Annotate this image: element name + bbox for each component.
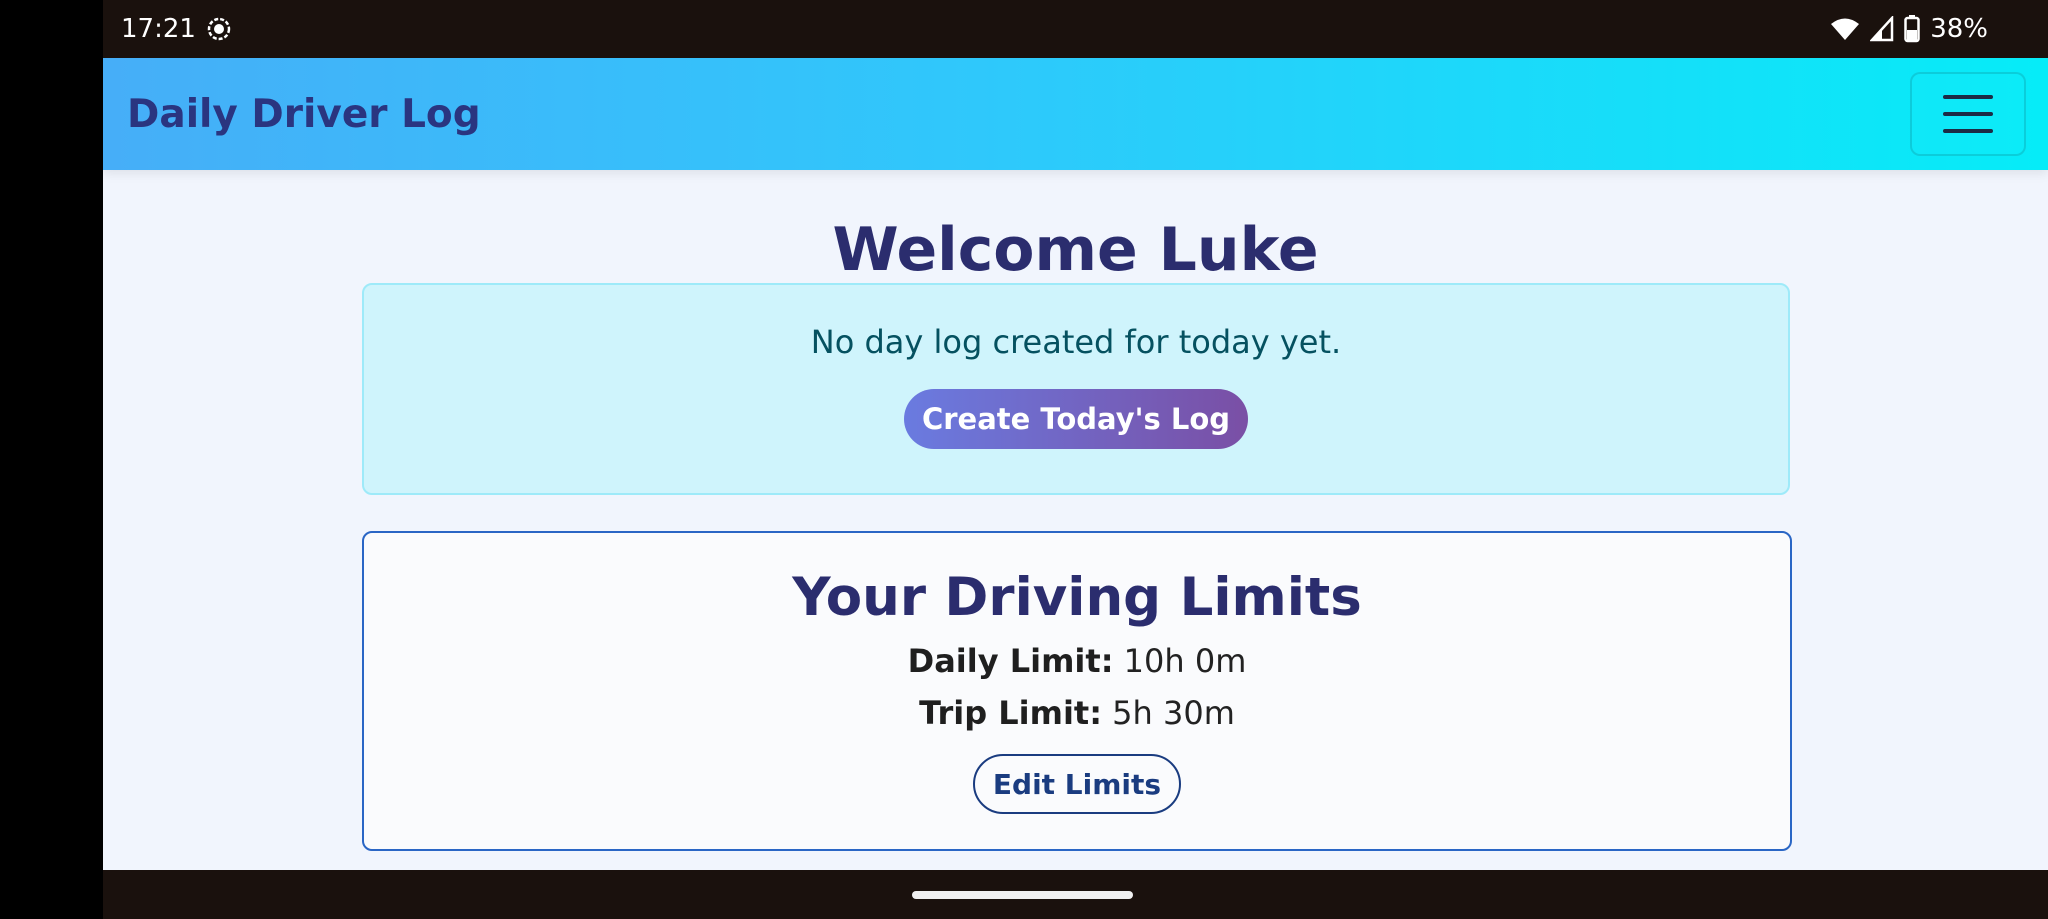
status-bar: 17:21 38% [103,0,2048,58]
left-black-margin [0,0,103,919]
edit-limits-button[interactable]: Edit Limits [972,754,1182,814]
signal-icon [1870,16,1894,42]
battery-icon [1904,15,1920,43]
navbar: Daily Driver Log [103,58,2048,170]
page-title: Welcome Luke [832,215,1319,285]
hamburger-menu-icon-line [1943,112,1993,116]
limits-title: Your Driving Limits [792,567,1362,628]
daily-limit-label: Daily Limit: [907,642,1114,680]
create-todays-log-button[interactable]: Create Today's Log [903,389,1249,449]
hamburger-menu-icon-line [1943,95,1993,99]
home-gesture-handle[interactable] [912,891,1133,899]
status-time: 17:21 [121,14,196,44]
screen-record-icon [207,17,231,41]
alert-message: No day log created for today yet. [810,323,1342,361]
trip-limit-label: Trip Limit: [919,694,1102,732]
status-right: 38% [1830,14,1988,44]
hamburger-menu-icon-line [1943,129,1993,133]
daily-limit-row: Daily Limit: 10h 0m [364,642,1790,680]
driving-limits-card: Your Driving Limits Daily Limit: 10h 0m … [362,531,1792,851]
wifi-icon [1831,18,1860,40]
hamburger-menu-button[interactable] [1910,72,2026,156]
brand-title[interactable]: Daily Driver Log [127,92,481,137]
daily-limit-value: 10h 0m [1123,642,1247,680]
trip-limit-value: 5h 30m [1112,694,1235,732]
app-content: Daily Driver Log Welcome Luke No day log… [103,58,2048,870]
no-log-alert: No day log created for today yet. Create… [362,283,1790,495]
system-navigation-bar [103,870,2048,919]
status-left: 17:21 [121,14,232,44]
trip-limit-row: Trip Limit: 5h 30m [364,694,1790,732]
battery-percent: 38% [1930,14,1988,44]
